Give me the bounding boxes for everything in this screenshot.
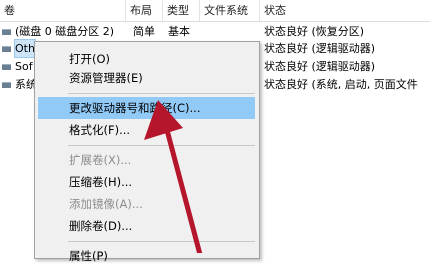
volume-status: 状态良好 (逻辑驱动器)	[264, 60, 376, 73]
volume-status: 状态良好 (系统, 启动, 页面文件	[264, 78, 418, 91]
menu-separator	[68, 145, 255, 146]
menu-item-delete-volume[interactable]: 删除卷(D)...	[38, 215, 255, 237]
volume-name: Sof	[15, 60, 33, 73]
volume-status: 状态良好 (逻辑驱动器)	[264, 42, 376, 55]
volume-name: (磁盘 0 磁盘分区 2)	[15, 25, 115, 38]
column-header-type[interactable]: 类型	[163, 0, 200, 21]
column-header-filesystem[interactable]: 文件系统	[200, 0, 260, 21]
menu-item-change-drive-letter[interactable]: 更改驱动器号和路径(C)...	[38, 97, 255, 119]
volume-row[interactable]: (磁盘 0 磁盘分区 2) 简单 基本 状态良好 (恢复分区)	[0, 23, 430, 40]
menu-item-extend-volume[interactable]: 扩展卷(X)...	[38, 149, 255, 171]
menu-item-explorer[interactable]: 资源管理器(E)	[38, 67, 255, 89]
column-header-status[interactable]: 状态	[260, 0, 430, 21]
volume-icon	[2, 82, 11, 88]
context-menu: 打开(O) 资源管理器(E) 更改驱动器号和路径(C)... 格式化(F)...…	[34, 41, 260, 263]
volume-icon	[2, 64, 11, 70]
volume-type: 基本	[168, 25, 190, 38]
menu-item-shrink-volume[interactable]: 压缩卷(H)...	[38, 171, 255, 193]
column-header-row: 卷 布局 类型 文件系统 状态	[0, 0, 430, 22]
menu-separator	[68, 93, 255, 94]
menu-separator	[68, 241, 255, 242]
column-header-volume[interactable]: 卷	[0, 0, 126, 21]
menu-item-add-mirror[interactable]: 添加镜像(A)...	[38, 193, 255, 215]
volume-icon	[2, 29, 11, 35]
volume-status: 状态良好 (恢复分区)	[264, 25, 365, 38]
volume-icon	[2, 46, 11, 52]
column-header-layout[interactable]: 布局	[126, 0, 163, 21]
menu-item-properties[interactable]: 属性(P)	[38, 245, 255, 267]
volume-name: Oth	[14, 39, 36, 58]
volume-layout: 简单	[133, 25, 155, 38]
menu-item-format[interactable]: 格式化(F)...	[38, 119, 255, 141]
